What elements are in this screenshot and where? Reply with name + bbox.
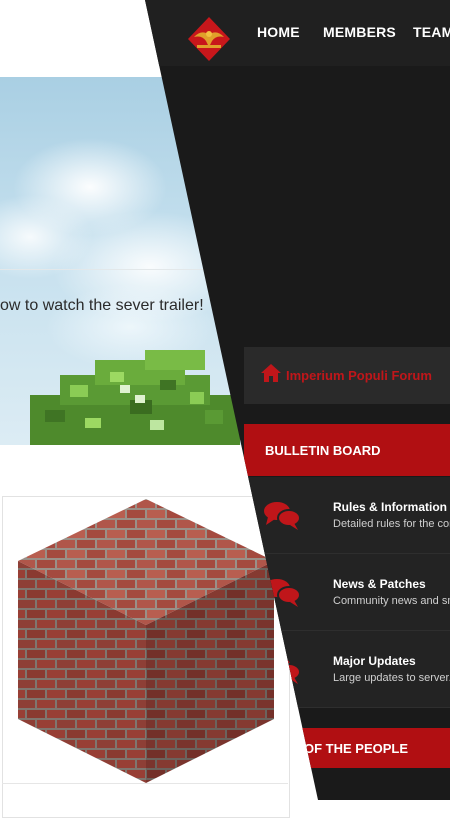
home-icon	[261, 364, 281, 382]
board-row-title[interactable]: Major Updates	[333, 654, 416, 668]
nav-team-link[interactable]: TEAM	[413, 24, 450, 40]
board-row-rules[interactable]: Rules & Information Detailed rules for t…	[244, 477, 450, 554]
board-row-title[interactable]: Rules & Information	[333, 500, 447, 514]
brick-block-image	[18, 499, 274, 783]
board-row-description: Community news and sm	[333, 595, 450, 607]
board-row-description: Large updates to server.	[333, 672, 450, 684]
board-row-title[interactable]: News & Patches	[333, 577, 426, 591]
board-row-description: Detailed rules for the com	[333, 518, 450, 530]
chat-bubbles-icon	[264, 502, 300, 530]
forum-title[interactable]: Imperium Populi Forum	[286, 368, 432, 383]
nav-members-link[interactable]: MEMBERS	[323, 24, 396, 40]
imperium-eagle-logo[interactable]	[188, 17, 230, 61]
section-title: OF THE PEOPLE	[304, 741, 409, 756]
section-title: BULLETIN BOARD	[265, 443, 381, 458]
forum-breadcrumb[interactable]: Imperium Populi Forum	[244, 347, 450, 404]
bulletin-board-header: BULLETIN BOARD	[244, 424, 450, 476]
nav-home-link[interactable]: HOME	[257, 24, 300, 40]
